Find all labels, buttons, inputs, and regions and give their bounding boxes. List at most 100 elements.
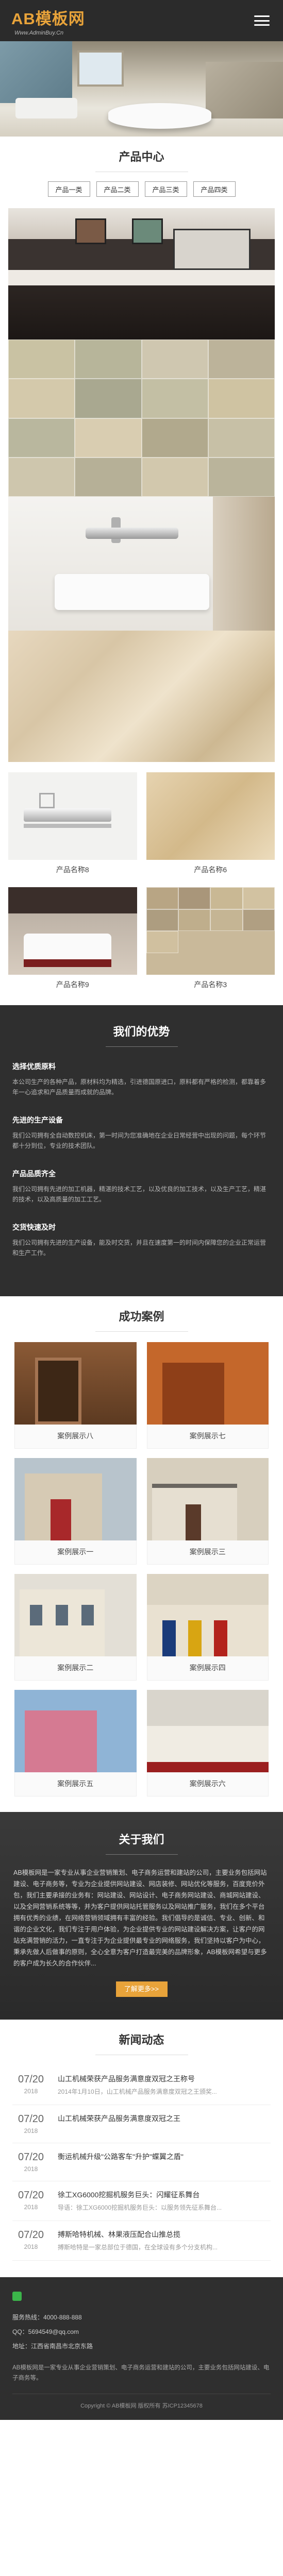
cases-title: 成功案例: [119, 1310, 164, 1323]
news-headline: 搏斯哈特机械、林果液压配合山推总揽: [58, 2230, 180, 2239]
category-tab-3[interactable]: 产品三类: [144, 181, 187, 197]
site-footer: 服务热线：4000-888-888 QQ：5694549@qq.com 地址：江…: [0, 2277, 283, 2420]
wechat-icon[interactable]: [12, 2292, 22, 2301]
case-name: 案例展示七: [146, 1425, 269, 1449]
case-image: [146, 1690, 269, 1772]
case-image: [146, 1458, 269, 1540]
news-item[interactable]: 07/20 2018 衡运机械升级"公路客车"升护"蝶翼之盾": [12, 2143, 271, 2181]
advantage-text: 本公司生产的各种产品，原材料均为精选，引进德国原进口，原料都有严格的检测，都靠着…: [12, 1078, 267, 1096]
news-headline: 徐工XG6000挖掘机服务巨头：闪耀征系舞台: [58, 2191, 200, 2199]
news-item[interactable]: 07/20 2018 徐工XG6000挖掘机服务巨头：闪耀征系舞台 导语：徐工X…: [12, 2181, 271, 2221]
news-date: 07/20 2018: [12, 2229, 49, 2252]
case-image: [146, 1342, 269, 1425]
case-image: [14, 1458, 137, 1540]
about-more-button[interactable]: 了解更多>>: [115, 1981, 168, 1997]
advantages-title: 我们的优势: [113, 1025, 170, 1038]
news-date: 07/20 2018: [12, 2190, 49, 2212]
case-name: 案例展示六: [146, 1772, 269, 1797]
product-card[interactable]: 产品名称6: [146, 772, 275, 877]
case-card[interactable]: 案例展示一: [14, 1458, 137, 1565]
case-image: [14, 1342, 137, 1425]
case-name: 案例展示四: [146, 1656, 269, 1681]
footer-description: AB模板网是一家专业从事企业营销策划、电子商务运营和建站的公司，主要业务包括网站…: [12, 2365, 270, 2381]
about-text: AB模板网是一家专业从事企业营销策划、电子商务运营和建站的公司，主要业务包括网站…: [13, 1869, 267, 1967]
products-section: 产品中心 产品一类 产品二类 产品三类 产品四类 产品名称8 产品名称6 产品名…: [0, 137, 283, 995]
product-image: [8, 887, 137, 975]
advantages-section: 我们的优势 选择优质原料 本公司生产的各种产品，原材料均为精选，引进德国原进口，…: [0, 1005, 283, 1296]
product-banner-stone[interactable]: [8, 631, 275, 762]
hero-banner: [0, 41, 283, 137]
news-headline: 山工机械荣获产品服务满意度双冠之王: [58, 2114, 180, 2123]
advantage-title: 选择优质原料: [12, 1062, 56, 1071]
product-banner-marble[interactable]: [8, 340, 275, 497]
case-image: [14, 1574, 137, 1656]
case-card[interactable]: 案例展示三: [146, 1458, 269, 1565]
news-date: 07/20 2018: [12, 2151, 49, 2173]
advantage-title: 交货快速及时: [12, 1223, 56, 1231]
category-tab-4[interactable]: 产品四类: [193, 181, 236, 197]
news-date-year: 2018: [24, 2088, 38, 2095]
case-card[interactable]: 案例展示八: [14, 1342, 137, 1449]
advantage-item: 产品品质齐全 我们公司拥有先进的加工机器，精湛的技术工艺，以及优良的加工技术，以…: [12, 1168, 271, 1205]
advantage-item: 选择优质原料 本公司生产的各种产品，原材料均为精选，引进德国原进口，原料都有严格…: [12, 1061, 271, 1097]
case-image: [146, 1574, 269, 1656]
product-card[interactable]: 产品名称8: [8, 772, 137, 877]
product-card[interactable]: 产品名称9: [8, 887, 137, 992]
product-banner-faucet[interactable]: [8, 497, 275, 631]
case-name: 案例展示一: [14, 1540, 137, 1565]
footer-copyright: Copyright © AB模板网 版权所有 苏ICP12345678: [12, 2394, 271, 2410]
product-image: [8, 772, 137, 860]
news-item[interactable]: 07/20 2018 搏斯哈特机械、林果液压配合山推总揽 搏斯哈特是一家总部位于…: [12, 2221, 271, 2261]
products-title: 产品中心: [119, 150, 164, 163]
case-card[interactable]: 案例展示五: [14, 1690, 137, 1797]
product-banner-kitchen[interactable]: [8, 208, 275, 340]
case-name: 案例展示二: [14, 1656, 137, 1681]
cases-section: 成功案例 案例展示八 案例展示七 案例展示一 案例展示三 案例展示二 案例展示四: [0, 1296, 283, 1802]
product-name: 产品名称8: [56, 866, 89, 874]
news-headline: 山工机械荣获产品服务满意度双冠之王称号: [58, 2075, 195, 2083]
product-name: 产品名称6: [194, 866, 227, 874]
case-card[interactable]: 案例展示七: [146, 1342, 269, 1449]
logo-main-text: AB模板网: [11, 9, 85, 28]
case-image: [14, 1690, 137, 1772]
site-header: AB模板网 Www.AdminBuy.Cn: [0, 0, 283, 41]
news-date-year: 2018: [24, 2243, 38, 2250]
case-card[interactable]: 案例展示二: [14, 1574, 137, 1681]
news-summary: 2014年1月10日，山工机械产品服务满意度双冠之王颁奖...: [58, 2088, 217, 2095]
about-section: 关于我们 AB模板网是一家专业从事企业营销策划、电子商务运营和建站的公司，主要业…: [0, 1812, 283, 2020]
case-name: 案例展示三: [146, 1540, 269, 1565]
menu-icon[interactable]: [252, 13, 272, 28]
product-list: 产品名称8 产品名称6 产品名称9 产品名称3: [0, 762, 283, 995]
site-logo[interactable]: AB模板网 Www.AdminBuy.Cn: [11, 6, 85, 36]
case-card[interactable]: 案例展示四: [146, 1574, 269, 1681]
news-date-year: 2018: [24, 2127, 38, 2134]
case-name: 案例展示八: [14, 1425, 137, 1449]
advantage-text: 我们公司拥有先进的加工机器，精湛的技术工艺，以及优良的加工技术，以及生产工艺，精…: [12, 1185, 267, 1203]
case-card[interactable]: 案例展示六: [146, 1690, 269, 1797]
news-summary: 搏斯哈特是一家总部位于德国，在全球设有多个分支机构...: [58, 2244, 218, 2251]
news-date-md: 07/20: [18, 2151, 44, 2163]
news-date-year: 2018: [24, 2165, 38, 2173]
news-date-md: 07/20: [18, 2229, 44, 2241]
logo-sub-text: Www.AdminBuy.Cn: [14, 29, 64, 36]
about-title: 关于我们: [119, 1833, 164, 1846]
product-image: [146, 887, 275, 975]
news-summary: 导语：徐工XG6000挖掘机服务巨头：以服务领先征系舞台...: [58, 2204, 222, 2211]
advantage-text: 我们公司拥有全自动数控机床，第一时间为您准确地在企业日常经营中出现的问题，每个环…: [12, 1132, 267, 1149]
case-list: 案例展示八 案例展示七 案例展示一 案例展示三 案例展示二 案例展示四 案例展示…: [0, 1332, 283, 1802]
product-card[interactable]: 产品名称3: [146, 887, 275, 992]
category-tab-2[interactable]: 产品二类: [96, 181, 139, 197]
category-tab-1[interactable]: 产品一类: [47, 181, 90, 197]
news-date-year: 2018: [24, 2204, 38, 2211]
footer-qq: QQ：5694549@qq.com: [12, 2328, 79, 2335]
news-item[interactable]: 07/20 2018 山工机械荣获产品服务满意度双冠之王: [12, 2105, 271, 2143]
news-date-md: 07/20: [18, 2190, 44, 2201]
news-date: 07/20 2018: [12, 2074, 49, 2096]
product-category-tabs: 产品一类 产品二类 产品三类 产品四类: [0, 172, 283, 208]
news-date-md: 07/20: [18, 2074, 44, 2085]
news-item[interactable]: 07/20 2018 山工机械荣获产品服务满意度双冠之王称号 2014年1月10…: [12, 2065, 271, 2105]
footer-phone: 服务热线：4000-888-888: [12, 2314, 82, 2321]
product-name: 产品名称3: [194, 980, 227, 989]
news-date: 07/20 2018: [12, 2113, 49, 2134]
product-image: [146, 772, 275, 860]
